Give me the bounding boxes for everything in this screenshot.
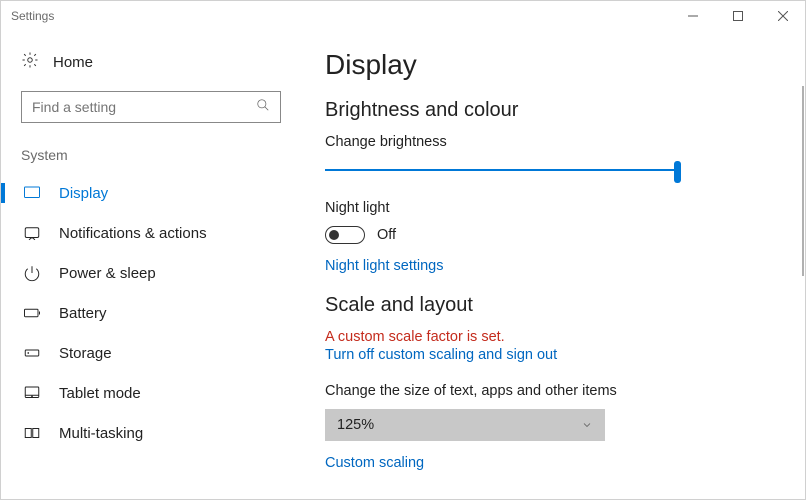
sidebar-item-label: Display: [59, 185, 108, 202]
scale-dropdown[interactable]: 125%: [325, 409, 605, 441]
sidebar-item-storage[interactable]: Storage: [21, 333, 281, 373]
section-heading-brightness: Brightness and colour: [325, 99, 765, 122]
sidebar-item-label: Power & sleep: [59, 265, 156, 282]
sidebar-item-label: Battery: [59, 305, 107, 322]
storage-icon: [23, 344, 41, 362]
sidebar-item-multitasking[interactable]: Multi-tasking: [21, 413, 281, 453]
sidebar-item-display[interactable]: Display: [21, 173, 281, 213]
section-heading-scale: Scale and layout: [325, 294, 765, 317]
brightness-slider[interactable]: [325, 160, 681, 180]
home-label: Home: [53, 54, 93, 71]
turn-off-custom-scaling-link[interactable]: Turn off custom scaling and sign out: [325, 347, 557, 363]
search-box[interactable]: [21, 91, 281, 123]
home-button[interactable]: Home: [21, 49, 281, 75]
page-title: Display: [325, 49, 765, 81]
sidebar-item-battery[interactable]: Battery: [21, 293, 281, 333]
tablet-icon: [23, 384, 41, 402]
maximize-button[interactable]: [715, 1, 760, 31]
window-title: Settings: [11, 9, 54, 23]
sidebar-item-notifications[interactable]: Notifications & actions: [21, 213, 281, 253]
sidebar-section-label: System: [21, 147, 281, 163]
sidebar-item-label: Notifications & actions: [59, 225, 207, 242]
sidebar-item-tablet[interactable]: Tablet mode: [21, 373, 281, 413]
night-light-settings-link[interactable]: Night light settings: [325, 258, 443, 274]
search-input[interactable]: [32, 99, 256, 115]
brightness-label: Change brightness: [325, 134, 765, 150]
chevron-down-icon: [581, 419, 593, 431]
sidebar-item-label: Multi-tasking: [59, 425, 143, 442]
notifications-icon: [23, 224, 41, 242]
sidebar-item-label: Tablet mode: [59, 385, 141, 402]
night-light-toggle[interactable]: [325, 226, 365, 244]
main-content: Display Brightness and colour Change bri…: [301, 31, 805, 499]
multitasking-icon: [23, 424, 41, 442]
toggle-knob: [329, 230, 339, 240]
custom-scaling-link[interactable]: Custom scaling: [325, 455, 424, 471]
sidebar-item-label: Storage: [59, 345, 112, 362]
titlebar: Settings: [1, 1, 805, 31]
sidebar-item-power[interactable]: Power & sleep: [21, 253, 281, 293]
scale-dropdown-label: Change the size of text, apps and other …: [325, 383, 765, 399]
scrollbar[interactable]: [802, 86, 804, 276]
battery-icon: [23, 304, 41, 322]
power-icon: [23, 264, 41, 282]
display-icon: [23, 184, 41, 202]
night-light-state: Off: [377, 227, 396, 243]
search-icon: [256, 98, 270, 116]
gear-icon: [21, 51, 39, 73]
sidebar: Home System Display Notifications & acti…: [1, 31, 301, 499]
minimize-button[interactable]: [670, 1, 715, 31]
slider-track: [325, 169, 681, 171]
scale-warning: A custom scale factor is set.: [325, 329, 765, 345]
close-button[interactable]: [760, 1, 805, 31]
scale-value: 125%: [337, 417, 374, 433]
window-controls: [670, 1, 805, 31]
night-light-label: Night light: [325, 200, 765, 216]
slider-thumb[interactable]: [674, 161, 681, 183]
